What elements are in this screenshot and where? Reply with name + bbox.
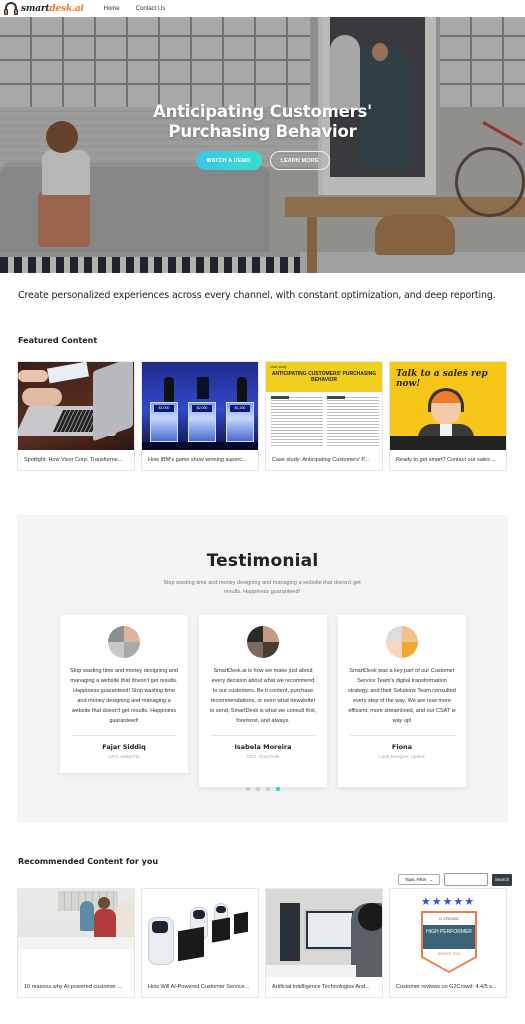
testimonial-card: SmartDesk was a key part of our Customer… — [338, 615, 466, 787]
search-input[interactable] — [444, 873, 488, 886]
testimonial-name: Isabela Moreira — [234, 743, 292, 751]
hero-banner: Anticipating Customers' Purchasing Behav… — [0, 17, 525, 273]
testimonial-card: Stop wasting time and money designing an… — [60, 615, 188, 773]
testimonial-quote: SmartDesk.ai is how we make just about e… — [209, 668, 317, 724]
testimonial-role: CEO, MakerFlix — [108, 754, 140, 759]
recommended-card[interactable]: How Will AI-Powered Customer Service... — [141, 888, 259, 998]
testimonial-role: CEO, GrayGrids — [246, 754, 280, 759]
recommended-card[interactable]: ★★★★★ G CROWD HIGH PERFORMER WINTER 2019… — [389, 888, 507, 998]
carousel-dot[interactable] — [256, 787, 260, 791]
top-nav: smartdesk.ai Home Contact Us — [0, 0, 525, 17]
divider — [349, 735, 455, 736]
card-title: Customer reviews on G2Crowd: 4.4/5 s... — [396, 984, 497, 990]
carousel-dot[interactable] — [246, 787, 250, 791]
testimonial-heading: Testimonial — [206, 551, 319, 571]
nav-link-contact[interactable]: Contact Us — [136, 6, 166, 12]
sales-rep-image: Talk to a sales rep now! — [390, 362, 506, 450]
testimonial-quote: Stop wasting time and money designing an… — [70, 668, 178, 724]
divider — [210, 735, 316, 736]
card-title: Case study: Anticipating Customers' P... — [272, 457, 369, 463]
carousel-dot-active[interactable] — [276, 787, 280, 791]
star-icons: ★★★★★ — [420, 896, 476, 908]
testimonial-subheading: Stop wasting time and money designing an… — [163, 580, 361, 595]
featured-card[interactable]: case study ANTICIPATING CUSTOMERS' PURCH… — [265, 361, 383, 471]
support-team-image — [18, 889, 134, 977]
testimonial-name: Fajar Siddiq — [102, 743, 146, 751]
hero-title: Anticipating Customers' Purchasing Behav… — [153, 102, 372, 141]
card-title: Ready to get smart? Contact our sales ..… — [396, 457, 496, 463]
featured-card[interactable]: Talk to a sales rep now! Ready to get sm… — [389, 361, 507, 471]
avatar — [247, 626, 279, 658]
featured-heading: Featured Content — [18, 336, 98, 345]
nav-link-home[interactable]: Home — [104, 6, 120, 12]
learn-more-button[interactable]: LEARN MORE — [269, 151, 330, 170]
search-button[interactable]: Search — [492, 873, 512, 886]
g2-badge-image: ★★★★★ G CROWD HIGH PERFORMER WINTER 2019 — [390, 889, 506, 977]
tagline: Create personalized experiences across e… — [18, 290, 496, 301]
card-title: 10 reasons why AI-powered customer ... — [24, 984, 123, 990]
watch-demo-button[interactable]: WATCH A DEMO — [195, 151, 262, 170]
carousel-dot[interactable] — [266, 787, 270, 791]
featured-card[interactable]: $1,000 $2,000 $1,200 How IBM's game show w… — [141, 361, 259, 471]
avatar — [386, 626, 418, 658]
featured-card[interactable]: Spotlight: How Vivor Corp. Transforme... — [17, 361, 135, 471]
logo-text: smartdesk.ai — [21, 3, 84, 14]
recommended-cards: 10 reasons why AI-powered customer ... H… — [17, 888, 508, 998]
office-monitors-image — [266, 889, 382, 977]
testimonial-role: Lead Designer, UIdeck — [379, 754, 425, 759]
recommended-card[interactable]: Artificial Intelligence Technologies And… — [265, 888, 383, 998]
laptop-image — [18, 362, 134, 450]
chevron-down-icon: ⌄ — [429, 876, 434, 882]
recommended-card[interactable]: 10 reasons why AI-powered customer ... — [17, 888, 135, 998]
card-title: How Will AI-Powered Customer Service... — [148, 984, 250, 990]
robots-image — [142, 889, 258, 977]
card-title: Spotlight: How Vivor Corp. Transforme... — [24, 457, 123, 463]
content-filter: Topic Filter ⌄ Search — [398, 873, 512, 886]
card-title: Artificial Intelligence Technologies And… — [272, 984, 370, 990]
divider — [71, 735, 177, 736]
carousel-pagination — [246, 787, 280, 791]
card-title: How IBM's game show winning superc... — [148, 457, 247, 463]
testimonial-name: Fiona — [391, 743, 413, 751]
case-study-image: case study ANTICIPATING CUSTOMERS' PURCH… — [266, 362, 382, 450]
featured-cards: Spotlight: How Vivor Corp. Transforme...… — [17, 361, 508, 471]
jeopardy-image: $1,000 $2,000 $1,200 — [142, 362, 258, 450]
testimonial-quote: SmartDesk was a key part of our Customer… — [348, 668, 456, 724]
recommended-heading: Recommended Content for you — [18, 857, 159, 866]
headphones-icon — [4, 2, 18, 15]
testimonial-card: SmartDesk.ai is how we make just about e… — [199, 615, 327, 787]
testimonial-section: Testimonial Stop wasting time and money … — [17, 515, 508, 822]
logo[interactable]: smartdesk.ai — [4, 2, 84, 15]
avatar — [108, 626, 140, 658]
topic-filter-select[interactable]: Topic Filter ⌄ — [398, 874, 440, 885]
